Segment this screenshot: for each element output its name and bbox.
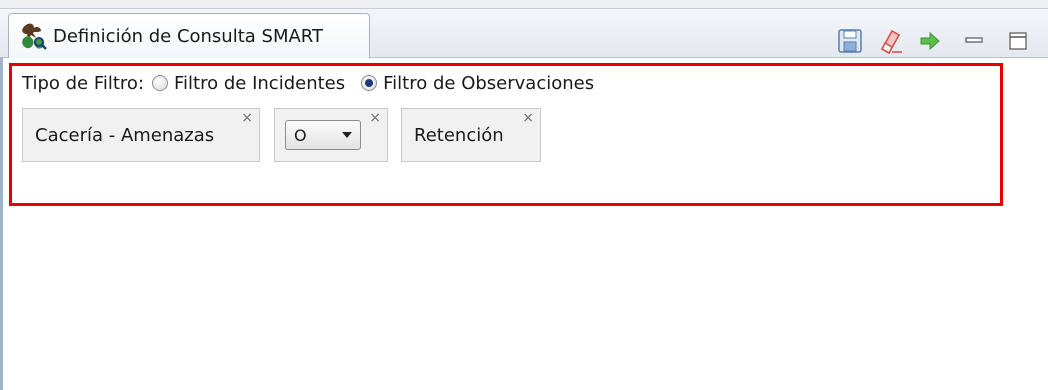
filter-type-label: Tipo de Filtro: — [22, 72, 145, 94]
eraser-icon[interactable] — [876, 27, 904, 55]
close-icon[interactable]: × — [241, 111, 253, 125]
tab-smart-query-definition[interactable]: Definición de Consulta SMART — [8, 13, 370, 59]
radio-observations[interactable] — [361, 75, 378, 91]
minimize-icon[interactable] — [960, 27, 988, 55]
filter-chip-operator: O × — [274, 108, 388, 162]
top-strip — [0, 0, 1048, 8]
maximize-icon[interactable] — [1004, 27, 1032, 55]
editor-tab-bar: Definición de Consulta SMART — [0, 8, 1048, 59]
radio-incidents-option[interactable]: Filtro de Incidentes — [152, 73, 345, 94]
filter-chip-hunting-threats[interactable]: Cacería - Amenazas × — [22, 108, 260, 162]
close-icon[interactable]: × — [369, 111, 381, 125]
filter-chip-text: Cacería - Amenazas — [35, 124, 215, 146]
smart-query-icon — [22, 23, 47, 50]
run-arrow-icon[interactable] — [916, 27, 944, 55]
operator-select-value: O — [294, 125, 307, 145]
filter-type-row: Tipo de Filtro: Filtro de Incidentes Fil… — [22, 70, 610, 96]
radio-incidents[interactable] — [152, 75, 169, 91]
radio-incidents-label: Filtro de Incidentes — [174, 72, 346, 94]
chevron-down-icon — [342, 132, 352, 138]
radio-observations-option[interactable]: Filtro de Observaciones — [361, 73, 594, 94]
filter-chip-retention[interactable]: Retención × — [401, 108, 541, 162]
radio-observations-label: Filtro de Observaciones — [383, 72, 595, 94]
save-icon[interactable] — [836, 27, 864, 55]
tab-label: Definición de Consulta SMART — [53, 26, 323, 47]
operator-select[interactable]: O — [285, 120, 361, 150]
close-icon[interactable]: × — [522, 111, 534, 125]
filter-chip-text: Retención — [414, 124, 504, 146]
